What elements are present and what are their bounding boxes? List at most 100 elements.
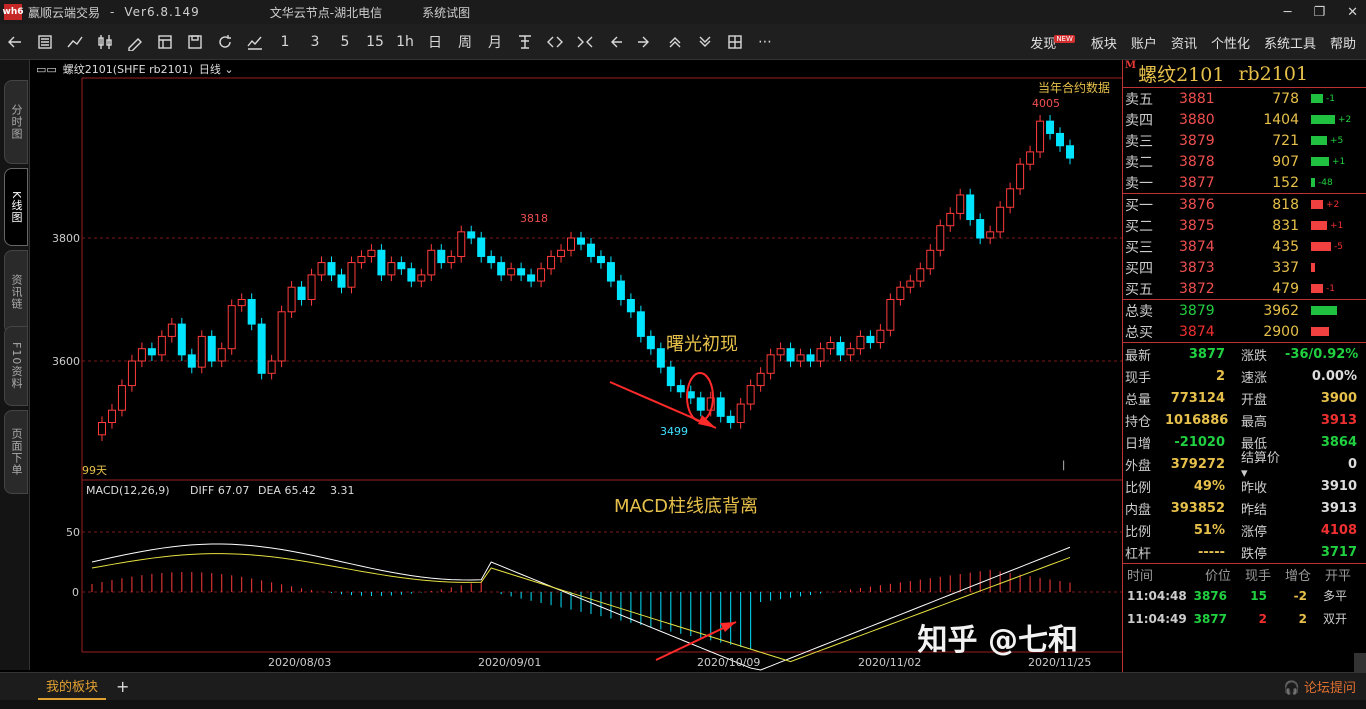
- info-key: 外盘: [1125, 458, 1152, 474]
- ask-label: 卖五: [1125, 91, 1153, 108]
- bid-row[interactable]: 买五 3872 479 -1: [1123, 278, 1366, 299]
- menu-system-tools[interactable]: 系统工具: [1264, 33, 1316, 52]
- ask-row[interactable]: 卖三 3879 721 +5: [1123, 130, 1366, 151]
- tab-order[interactable]: 页面下单: [4, 410, 28, 494]
- bid-row[interactable]: 买二 3875 831 +1: [1123, 215, 1366, 236]
- candle: [856, 335, 865, 350]
- info-row: 内盘 393852 昨结 3913: [1123, 497, 1366, 519]
- period-15[interactable]: 15: [360, 28, 390, 56]
- menu-discover[interactable]: 发现NEW: [1030, 33, 1077, 52]
- tick-col-type: 开平: [1324, 568, 1351, 584]
- period-1h[interactable]: 1h: [390, 28, 420, 56]
- candle: [97, 422, 106, 436]
- menu-sector[interactable]: 板块: [1091, 33, 1117, 52]
- ask-row[interactable]: 卖一 3877 152 -48: [1123, 172, 1366, 193]
- bid-row[interactable]: 买四 3873 337: [1123, 257, 1366, 278]
- bid-row[interactable]: 买一 3876 818 +2: [1123, 194, 1366, 215]
- bid-label: 买三: [1125, 239, 1153, 256]
- down-icon[interactable]: [690, 28, 720, 56]
- right-icon[interactable]: [630, 28, 660, 56]
- candle: [447, 255, 456, 264]
- back-icon[interactable]: [0, 28, 30, 56]
- bid-label: 买一: [1125, 197, 1153, 214]
- total-row: 总卖 3879 3962: [1123, 300, 1366, 321]
- bid-volume: 479: [1272, 280, 1299, 297]
- tick-oi: -2: [1293, 588, 1307, 603]
- candle: [586, 243, 595, 257]
- bid-label: 买四: [1125, 260, 1153, 277]
- menu-news[interactable]: 资讯: [1171, 33, 1197, 52]
- tab-f10[interactable]: F10资料: [4, 326, 28, 406]
- save-icon[interactable]: [180, 28, 210, 56]
- draw-icon[interactable]: [120, 28, 150, 56]
- layout-icon[interactable]: [720, 28, 750, 56]
- candle: [457, 231, 466, 257]
- ask-label: 卖一: [1125, 175, 1153, 192]
- tick-list[interactable]: 11:04:48 3876 15 -2 多平 11:04:49 3877 2 2 双开: [1123, 584, 1366, 630]
- annotation-macd: MACD柱线底背离: [614, 496, 758, 517]
- candle: [397, 262, 406, 270]
- tab-kline[interactable]: K线图: [4, 168, 28, 246]
- tick-time: 11:04:48: [1127, 588, 1187, 603]
- candle: [537, 268, 546, 282]
- more-icon[interactable]: ⋯: [750, 28, 780, 56]
- zoom-in-icon[interactable]: [540, 28, 570, 56]
- forum-button[interactable]: 🎧 论坛提问: [1284, 677, 1356, 696]
- info-row: 比例 49% 昨收 3910: [1123, 475, 1366, 497]
- period-5[interactable]: 5: [330, 28, 360, 56]
- ask-row[interactable]: 卖四 3880 1404 +2: [1123, 109, 1366, 130]
- add-tab-button[interactable]: +: [116, 677, 129, 696]
- menu-help[interactable]: 帮助: [1330, 33, 1356, 52]
- candle: [107, 409, 116, 424]
- ask-label: 卖三: [1125, 133, 1153, 150]
- candle: [557, 249, 566, 257]
- candle: [307, 274, 316, 300]
- custom-period-icon[interactable]: [510, 28, 540, 56]
- my-sector-tab[interactable]: 我的板块: [38, 673, 107, 700]
- axis-3600: 3600: [52, 355, 80, 368]
- line-chart-icon[interactable]: [60, 28, 90, 56]
- period-3[interactable]: 3: [300, 28, 330, 56]
- list-icon[interactable]: [30, 28, 60, 56]
- ask-row[interactable]: 卖五 3881 778 -1: [1123, 88, 1366, 109]
- period-week[interactable]: 周: [450, 28, 480, 56]
- cloud-node[interactable]: 文华云节点-湖北电信: [270, 4, 382, 21]
- restore-icon[interactable]: ❐: [1313, 5, 1325, 20]
- minimize-icon[interactable]: ─: [1284, 5, 1292, 20]
- period-day[interactable]: 日: [420, 28, 450, 56]
- candle-icon[interactable]: [90, 28, 120, 56]
- candle: [347, 262, 356, 288]
- candle: [696, 397, 705, 411]
- info-key: 日增: [1125, 436, 1152, 452]
- scrollbar[interactable]: [1354, 653, 1366, 672]
- candle: [527, 274, 536, 282]
- indicator-icon[interactable]: [240, 28, 270, 56]
- kline-svg: 3800 3600 50 0 当年合约数据 4005 3818 3499 99天…: [52, 77, 1122, 671]
- menu-personalize[interactable]: 个性化: [1211, 33, 1250, 52]
- kline-chart-area[interactable]: ▭▭ 螺纹2101(SHFE rb2101) 日线 ⌄ 3800 3600 50…: [30, 60, 1122, 672]
- report-icon[interactable]: [150, 28, 180, 56]
- tab-timeshare[interactable]: 分时图: [4, 80, 28, 164]
- period-1[interactable]: 1: [270, 28, 300, 56]
- macd-label: MACD(12,26,9): [86, 484, 170, 497]
- tab-news-chain[interactable]: 资讯链: [4, 250, 28, 334]
- candle: [976, 219, 985, 239]
- refresh-icon[interactable]: [210, 28, 240, 56]
- total-price: 3879: [1179, 302, 1215, 319]
- up-icon[interactable]: [660, 28, 690, 56]
- zoom-out-icon[interactable]: [570, 28, 600, 56]
- info-value: 3717: [1320, 544, 1357, 560]
- candle: [367, 249, 376, 257]
- bid-row[interactable]: 买三 3874 435 -5: [1123, 236, 1366, 257]
- period-month[interactable]: 月: [480, 28, 510, 56]
- menu-account[interactable]: 账户: [1131, 33, 1157, 52]
- date-1: 2020/09/01: [478, 656, 541, 669]
- ask-row[interactable]: 卖二 3878 907 +1: [1123, 151, 1366, 172]
- bid-label: 买五: [1125, 281, 1153, 298]
- left-icon[interactable]: [600, 28, 630, 56]
- tick-vol: 2: [1258, 611, 1267, 626]
- close-icon[interactable]: ✕: [1347, 5, 1358, 20]
- candle: [1016, 163, 1025, 190]
- candle: [626, 299, 635, 313]
- candle: [596, 255, 605, 264]
